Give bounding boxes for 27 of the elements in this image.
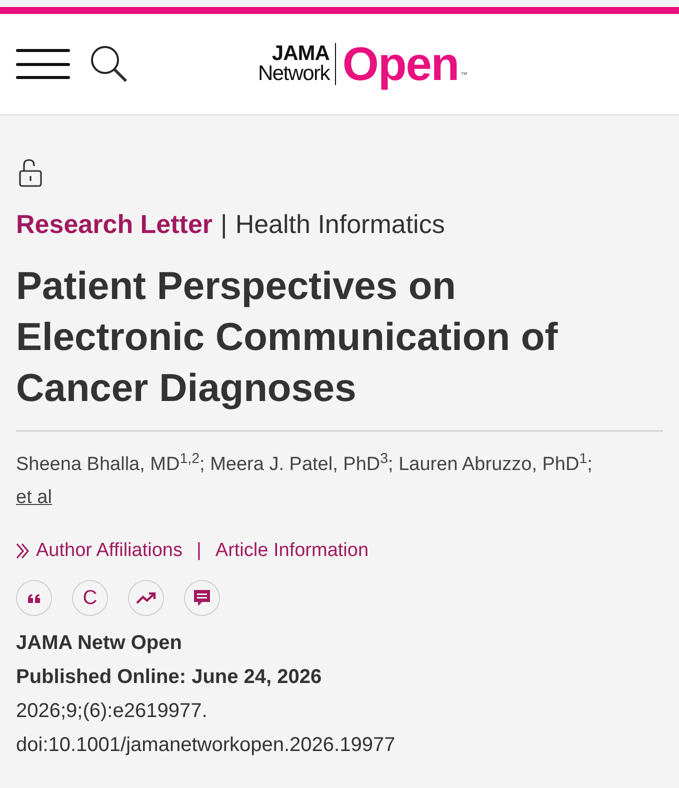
menu-button[interactable] bbox=[16, 49, 70, 79]
author-list: Sheena Bhalla, MD$^{1,2}$; Meera J. Patel, PhD$^{3}$; Lauren Abruzzo, PhD$^{1}$; et al bbox=[16, 448, 616, 514]
et-al-link[interactable]: et al bbox=[16, 487, 52, 508]
double-chevron-icon bbox=[16, 543, 30, 559]
trend-button[interactable] bbox=[128, 580, 164, 616]
journal-name: JAMA Netw Open bbox=[16, 631, 183, 656]
open-lock-icon bbox=[18, 158, 43, 188]
quote-button[interactable] bbox=[16, 580, 52, 616]
article-type[interactable]: Research Letter bbox=[16, 207, 213, 241]
search-icon bbox=[90, 45, 128, 83]
article-information-link[interactable]: Article Information bbox=[215, 538, 369, 564]
logo-text: Network bbox=[258, 62, 330, 84]
article-category[interactable]: Health Informatics bbox=[235, 207, 445, 241]
trend-up-icon bbox=[136, 592, 156, 604]
letter-button[interactable]: C bbox=[72, 580, 108, 616]
separator: | bbox=[195, 539, 202, 563]
publish-date: Published Online: June 24, 2026 bbox=[16, 665, 323, 690]
doi-text: doi:10.1001/jamanetworkopen.2026.19977 bbox=[16, 733, 396, 758]
search-button[interactable] bbox=[90, 45, 128, 83]
quote-icon bbox=[28, 594, 40, 602]
author-affiliations-link[interactable]: Author Affiliations bbox=[16, 538, 182, 564]
comment-icon bbox=[193, 589, 211, 607]
article-title: Patient Perspectives on Electronic Communication of Cancer Diagnoses bbox=[16, 264, 559, 412]
comment-button[interactable] bbox=[184, 580, 220, 616]
citation-volume: 2026;9;(6):e2619977. bbox=[16, 699, 208, 724]
separator: | bbox=[220, 208, 228, 241]
logo-text: JAMA bbox=[272, 44, 330, 62]
